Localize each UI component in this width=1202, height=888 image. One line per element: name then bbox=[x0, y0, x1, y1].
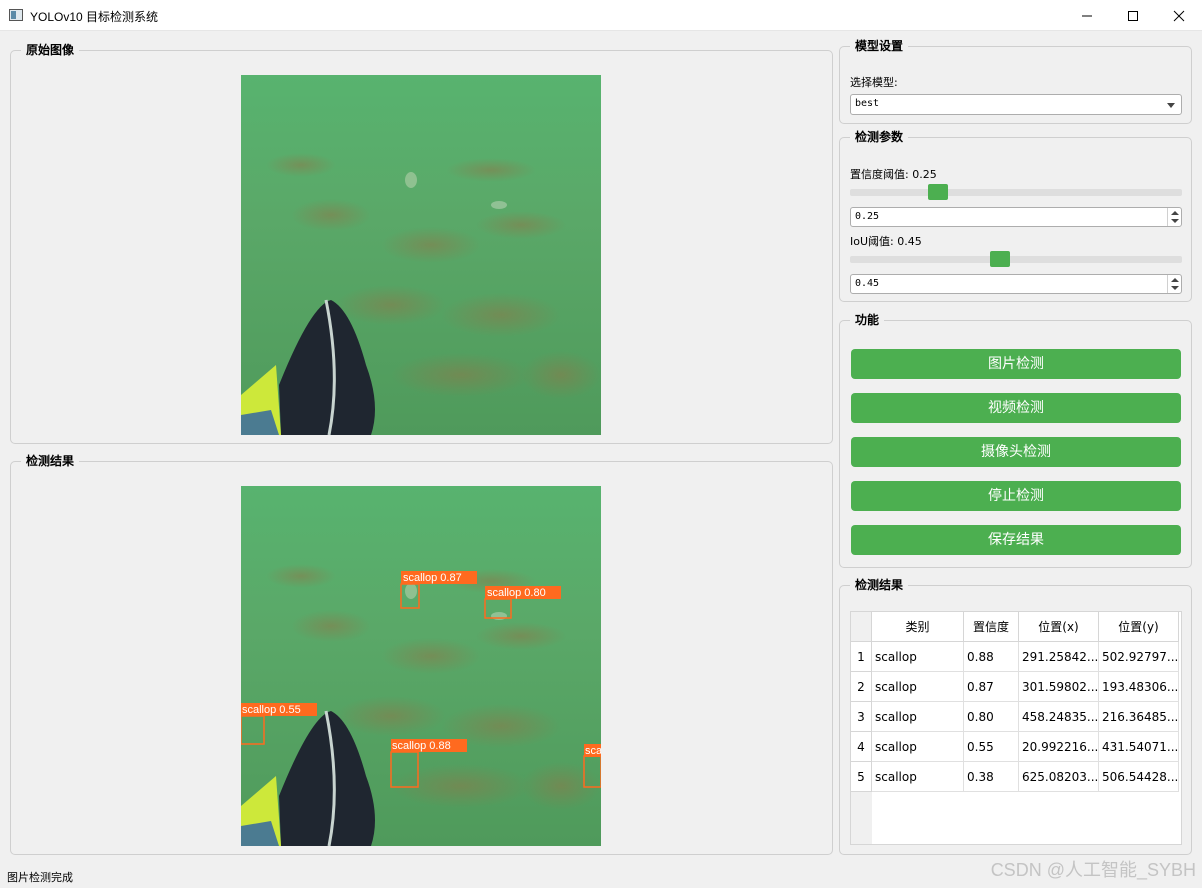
iou-threshold-label: IoU阈值: 0.45 bbox=[850, 235, 922, 248]
column-header-y[interactable]: 位置(y) bbox=[1099, 612, 1179, 642]
chevron-down-icon bbox=[1167, 103, 1175, 108]
close-icon bbox=[1173, 10, 1185, 21]
table-cell-class[interactable]: scallop bbox=[872, 762, 964, 792]
model-select-value: best bbox=[855, 98, 880, 109]
confidence-spinbox[interactable]: 0.25 bbox=[850, 207, 1182, 227]
stop-detect-button[interactable]: 停止检测 bbox=[851, 481, 1181, 511]
table-cell-x[interactable]: 301.59802... bbox=[1019, 672, 1099, 702]
spin-down-icon[interactable] bbox=[1171, 219, 1179, 223]
confidence-threshold-label: 置信度阈值: 0.25 bbox=[850, 168, 937, 181]
close-button[interactable] bbox=[1156, 0, 1202, 31]
table-cell-class[interactable]: scallop bbox=[872, 732, 964, 762]
title-bar: YOLOv10 目标检测系统 bbox=[0, 0, 1202, 31]
row-header[interactable]: 3 bbox=[851, 702, 872, 732]
column-header-class[interactable]: 类别 bbox=[872, 612, 964, 642]
row-header-empty-area bbox=[851, 792, 872, 844]
column-header-x[interactable]: 位置(x) bbox=[1019, 612, 1099, 642]
original-image-title: 原始图像 bbox=[21, 42, 80, 58]
app-icon bbox=[9, 9, 23, 21]
table-cell-x[interactable]: 291.25842... bbox=[1019, 642, 1099, 672]
iou-spin-buttons[interactable] bbox=[1167, 275, 1181, 293]
confidence-spinbox-value: 0.25 bbox=[855, 211, 880, 222]
iou-spinbox-value: 0.45 bbox=[855, 278, 880, 289]
table-cell-y[interactable]: 431.54071... bbox=[1099, 732, 1179, 762]
model-select[interactable]: best bbox=[850, 94, 1182, 115]
table-cell-confidence[interactable]: 0.87 bbox=[964, 672, 1019, 702]
row-header[interactable]: 2 bbox=[851, 672, 872, 702]
column-header-confidence[interactable]: 置信度 bbox=[964, 612, 1019, 642]
confidence-spin-buttons[interactable] bbox=[1167, 208, 1181, 226]
save-results-button[interactable]: 保存结果 bbox=[851, 525, 1181, 555]
maximize-button[interactable] bbox=[1110, 0, 1156, 31]
row-header[interactable]: 1 bbox=[851, 642, 872, 672]
results-table-group: 检测结果 类别 置信度 位置(x) 位置(y) 1 scallop 0.88 2… bbox=[839, 577, 1192, 855]
table-cell-confidence[interactable]: 0.88 bbox=[964, 642, 1019, 672]
detection-label-2: scallop 0.80 bbox=[487, 587, 546, 599]
maximize-icon bbox=[1128, 10, 1138, 21]
detection-params-title: 检测参数 bbox=[850, 129, 909, 145]
table-corner[interactable] bbox=[851, 612, 872, 642]
watermark: CSDN @人工智能_SYBH bbox=[990, 860, 1196, 880]
model-settings-title: 模型设置 bbox=[850, 38, 909, 54]
table-cell-confidence[interactable]: 0.80 bbox=[964, 702, 1019, 732]
results-table-title: 检测结果 bbox=[850, 577, 909, 593]
functions-group: 功能 图片检测 视频检测 摄像头检测 停止检测 保存结果 bbox=[839, 312, 1192, 568]
detection-result-group: 检测结果 scallop 0.87 scallop 0.80 scallop 0… bbox=[10, 453, 833, 855]
table-cell-class[interactable]: scallop bbox=[872, 672, 964, 702]
model-settings-group: 模型设置 选择模型: best bbox=[839, 38, 1192, 124]
table-cell-x[interactable]: 625.08203... bbox=[1019, 762, 1099, 792]
spin-up-icon[interactable] bbox=[1171, 278, 1179, 282]
spin-up-icon[interactable] bbox=[1171, 211, 1179, 215]
table-cell-confidence[interactable]: 0.38 bbox=[964, 762, 1019, 792]
row-header[interactable]: 5 bbox=[851, 762, 872, 792]
detection-result-title: 检测结果 bbox=[21, 453, 80, 469]
status-text: 图片检测完成 bbox=[7, 871, 73, 884]
detection-label-3: scallop 0.55 bbox=[242, 704, 301, 716]
video-detect-button[interactable]: 视频检测 bbox=[851, 393, 1181, 423]
minimize-icon bbox=[1082, 15, 1092, 16]
table-cell-y[interactable]: 216.36485... bbox=[1099, 702, 1179, 732]
table-cell-class[interactable]: scallop bbox=[872, 702, 964, 732]
table-cell-y[interactable]: 502.92797... bbox=[1099, 642, 1179, 672]
spin-down-icon[interactable] bbox=[1171, 286, 1179, 290]
iou-slider-groove bbox=[850, 256, 1182, 263]
minimize-button[interactable] bbox=[1064, 0, 1110, 31]
confidence-slider-groove bbox=[850, 189, 1182, 196]
select-model-label: 选择模型: bbox=[850, 76, 898, 89]
confidence-slider-handle[interactable] bbox=[928, 184, 948, 200]
detection-label-1: scallop 0.87 bbox=[403, 572, 462, 584]
window-title: YOLOv10 目标检测系统 bbox=[30, 10, 159, 24]
table-cell-x[interactable]: 458.24835... bbox=[1019, 702, 1099, 732]
table-cell-class[interactable]: scallop bbox=[872, 642, 964, 672]
detection-image: scallop 0.87 scallop 0.80 scallop 0.55 s… bbox=[241, 486, 601, 846]
results-table[interactable]: 类别 置信度 位置(x) 位置(y) 1 scallop 0.88 291.25… bbox=[850, 611, 1182, 845]
table-cell-y[interactable]: 506.54428... bbox=[1099, 762, 1179, 792]
camera-detect-button[interactable]: 摄像头检测 bbox=[851, 437, 1181, 467]
original-image-group: 原始图像 bbox=[10, 42, 833, 444]
table-cell-x[interactable]: 20.992216... bbox=[1019, 732, 1099, 762]
confidence-slider[interactable] bbox=[850, 182, 1182, 202]
table-cell-confidence[interactable]: 0.55 bbox=[964, 732, 1019, 762]
row-header[interactable]: 4 bbox=[851, 732, 872, 762]
iou-slider-handle[interactable] bbox=[990, 251, 1011, 267]
iou-spinbox[interactable]: 0.45 bbox=[850, 274, 1182, 294]
functions-title: 功能 bbox=[850, 312, 885, 328]
detection-label-4: scallop 0.88 bbox=[392, 740, 451, 752]
image-detect-button[interactable]: 图片检测 bbox=[851, 349, 1181, 379]
iou-slider[interactable] bbox=[850, 249, 1182, 269]
table-cell-y[interactable]: 193.48306... bbox=[1099, 672, 1179, 702]
detection-params-group: 检测参数 置信度阈值: 0.25 0.25 IoU阈值: 0.45 0.45 bbox=[839, 129, 1192, 302]
detection-label-5: sca bbox=[585, 745, 601, 757]
original-image bbox=[241, 75, 601, 435]
